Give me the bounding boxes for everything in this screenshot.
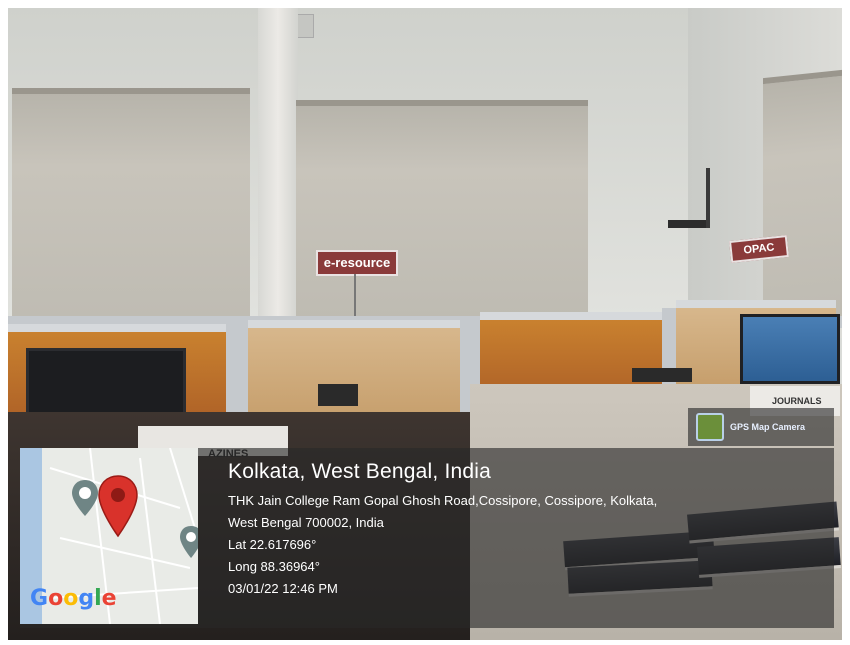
gps-map-camera-badge: GPS Map Camera bbox=[688, 408, 834, 446]
map-poi-icon-2 bbox=[180, 526, 198, 558]
camera-app-icon bbox=[696, 413, 724, 441]
badge-label: GPS Map Camera bbox=[730, 422, 806, 432]
cable bbox=[706, 168, 710, 228]
location-city: Kolkata, West Bengal, India bbox=[228, 460, 491, 483]
google-logo-G: G bbox=[30, 586, 49, 611]
keyboard bbox=[632, 368, 692, 382]
address-line-1: THK Jain College Ram Gopal Ghosh Road,Co… bbox=[228, 493, 658, 508]
sign-eresource: e-resource bbox=[316, 250, 398, 276]
monitor-right bbox=[740, 314, 840, 384]
sign-pole bbox=[354, 274, 356, 320]
window-blind-right bbox=[763, 69, 842, 335]
google-logo-l: l bbox=[94, 586, 102, 611]
google-logo-e: e bbox=[101, 586, 117, 611]
google-logo-o1: o bbox=[48, 586, 64, 611]
mini-map: Google bbox=[20, 448, 198, 624]
location-pin-icon bbox=[98, 475, 138, 538]
pillar bbox=[258, 8, 298, 328]
printer bbox=[318, 384, 358, 406]
window-blind-left bbox=[12, 88, 250, 334]
latitude: Lat 22.617696° bbox=[228, 537, 317, 552]
wall-device bbox=[668, 220, 706, 228]
google-logo: Google bbox=[30, 586, 117, 611]
longitude: Long 88.36964° bbox=[228, 559, 320, 574]
google-logo-g: g bbox=[78, 586, 95, 611]
timestamp: 03/01/22 12:46 PM bbox=[228, 581, 338, 596]
google-logo-o2: o bbox=[63, 586, 79, 611]
address-line-2: West Bengal 700002, India bbox=[228, 515, 384, 530]
window-blind-center bbox=[296, 100, 588, 320]
location-info: Kolkata, West Bengal, India THK Jain Col… bbox=[228, 460, 828, 600]
